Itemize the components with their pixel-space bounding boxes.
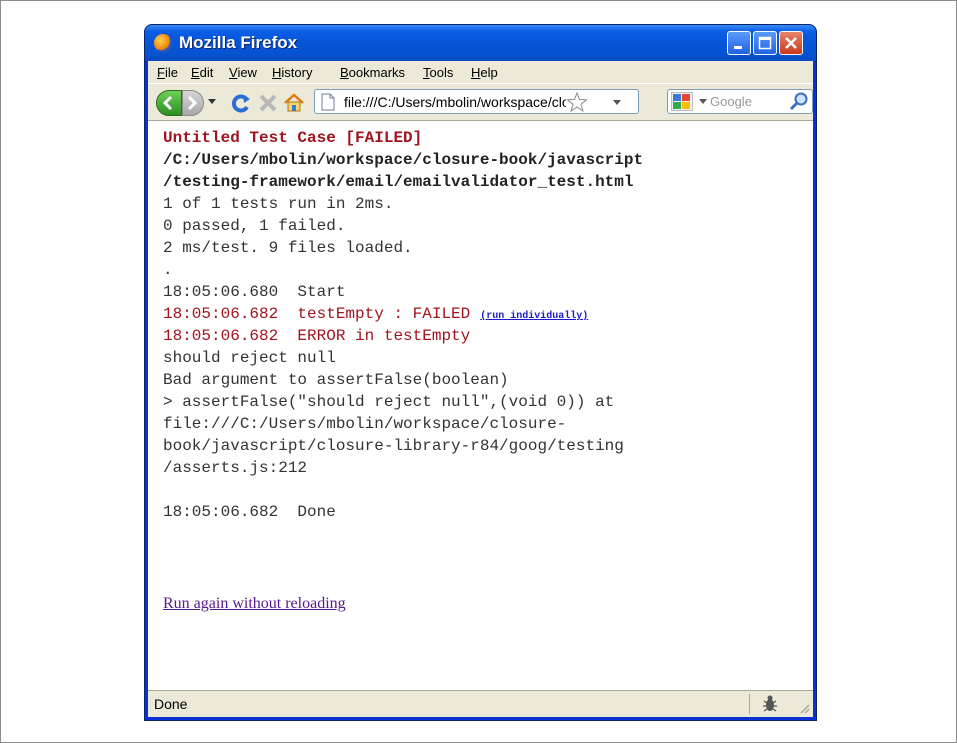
log-line: 0 passed, 1 failed. bbox=[163, 215, 643, 237]
log-line: 1 of 1 tests run in 2ms. bbox=[163, 193, 643, 215]
log-line-text: /asserts.js:212 bbox=[163, 459, 308, 477]
menu-view[interactable]: View bbox=[229, 65, 257, 80]
page-icon bbox=[321, 93, 335, 111]
window-title: Mozilla Firefox bbox=[179, 33, 298, 52]
status-text: Done bbox=[154, 696, 188, 712]
log-line-text: . bbox=[163, 261, 173, 279]
log-line: . bbox=[163, 259, 643, 281]
log-line: 18:05:06.680 Start bbox=[163, 281, 643, 303]
search-bar[interactable]: Google bbox=[667, 89, 813, 114]
back-button[interactable] bbox=[156, 90, 182, 116]
back-arrow-icon bbox=[162, 95, 173, 111]
log-line-text: 0 passed, 1 failed. bbox=[163, 217, 346, 235]
navigation-toolbar: file:///C:/Users/mbolin/workspace/closur… bbox=[148, 83, 813, 121]
magnifier-icon[interactable] bbox=[788, 91, 810, 113]
forward-arrow-icon bbox=[187, 95, 198, 111]
menu-bar: File Edit View History Bookmarks Tools H… bbox=[148, 61, 813, 83]
history-dropdown-icon[interactable] bbox=[207, 98, 217, 106]
log-line-text: 2 ms/test. 9 files loaded. bbox=[163, 239, 413, 257]
page-content: Untitled Test Case [FAILED] /C:/Users/mbo… bbox=[148, 120, 813, 691]
log-line-text: book/javascript/closure-library-r84/goog… bbox=[163, 437, 624, 455]
log-line-text: should reject null bbox=[163, 349, 336, 367]
log-line: 18:05:06.682 testEmpty : FAILED (run indi… bbox=[163, 303, 643, 325]
reload-icon[interactable] bbox=[230, 92, 252, 114]
url-text[interactable]: file:///C:/Users/mbolin/workspace/closur… bbox=[344, 94, 566, 110]
close-icon bbox=[785, 37, 797, 49]
star-icon[interactable] bbox=[566, 92, 588, 112]
menu-file[interactable]: File bbox=[157, 65, 178, 80]
log-line-text: /C:/Users/mbolin/workspace/closure-book/… bbox=[163, 151, 644, 169]
minimize-button[interactable] bbox=[727, 31, 751, 55]
log-line: Bad argument to assertFalse(boolean) bbox=[163, 369, 643, 391]
log-line: 18:05:06.682 ERROR in testEmpty bbox=[163, 325, 643, 347]
log-line-text: file:///C:/Users/mbolin/workspace/closur… bbox=[163, 415, 567, 433]
url-dropdown-icon[interactable] bbox=[612, 99, 622, 107]
browser-window: Mozilla Firefox File Edit View History B… bbox=[144, 24, 817, 721]
log-line: /C:/Users/mbolin/workspace/closure-book/… bbox=[163, 149, 643, 171]
log-line-text: 1 of 1 tests run in 2ms. bbox=[163, 195, 394, 213]
title-bar[interactable]: Mozilla Firefox bbox=[145, 25, 816, 61]
log-line-text: 18:05:06.682 testEmpty : FAILED bbox=[163, 305, 471, 323]
minimize-icon bbox=[734, 46, 742, 49]
status-bar: Done bbox=[148, 690, 813, 717]
log-line: file:///C:/Users/mbolin/workspace/closur… bbox=[163, 413, 643, 435]
window-client: File Edit View History Bookmarks Tools H… bbox=[148, 61, 813, 717]
status-separator bbox=[749, 694, 750, 714]
log-line: should reject null bbox=[163, 347, 643, 369]
log-line-text: /testing-framework/email/emailvalidator_… bbox=[163, 173, 634, 191]
menu-edit[interactable]: Edit bbox=[191, 65, 213, 80]
forward-button[interactable] bbox=[182, 90, 204, 116]
log-line: /testing-framework/email/emailvalidator_… bbox=[163, 171, 643, 193]
run-individually-link[interactable]: (run individually) bbox=[480, 311, 588, 322]
menu-history[interactable]: History bbox=[272, 65, 312, 80]
maximize-button[interactable] bbox=[753, 31, 777, 55]
close-button[interactable] bbox=[779, 31, 803, 55]
log-line-text: > assertFalse("should reject null",(void… bbox=[163, 393, 615, 411]
log-line: Untitled Test Case [FAILED] bbox=[163, 127, 643, 149]
log-line: > assertFalse("should reject null",(void… bbox=[163, 391, 643, 413]
menu-tools[interactable]: Tools bbox=[423, 65, 453, 80]
log-line: 18:05:06.682 Done bbox=[163, 501, 643, 523]
log-line-text: 18:05:06.682 ERROR in testEmpty bbox=[163, 327, 471, 345]
google-logo-icon bbox=[673, 94, 690, 109]
run-again-link[interactable]: Run again without reloading bbox=[163, 595, 346, 613]
stop-icon[interactable] bbox=[257, 92, 279, 114]
firebug-icon[interactable] bbox=[759, 693, 781, 715]
maximize-icon bbox=[758, 36, 772, 50]
url-bar[interactable]: file:///C:/Users/mbolin/workspace/closur… bbox=[314, 89, 639, 114]
log-line: /asserts.js:212 bbox=[163, 457, 643, 479]
log-line-text: Bad argument to assertFalse(boolean) bbox=[163, 371, 509, 389]
log-line: book/javascript/closure-library-r84/goog… bbox=[163, 435, 643, 457]
test-log: Untitled Test Case [FAILED] /C:/Users/mbo… bbox=[163, 127, 643, 523]
resize-grip-icon[interactable] bbox=[798, 702, 810, 714]
menu-bookmarks[interactable]: Bookmarks bbox=[340, 65, 405, 80]
firefox-icon bbox=[154, 34, 172, 52]
google-engine-icon[interactable] bbox=[671, 92, 693, 111]
log-line-text: 18:05:06.682 Done bbox=[163, 503, 336, 521]
menu-help[interactable]: Help bbox=[471, 65, 498, 80]
log-line-text: Untitled Test Case [FAILED] bbox=[163, 129, 423, 147]
search-engine-dropdown-icon[interactable] bbox=[698, 98, 708, 106]
log-line: 2 ms/test. 9 files loaded. bbox=[163, 237, 643, 259]
home-icon[interactable] bbox=[283, 92, 305, 114]
log-line-text: 18:05:06.680 Start bbox=[163, 283, 346, 301]
search-placeholder[interactable]: Google bbox=[710, 94, 752, 109]
